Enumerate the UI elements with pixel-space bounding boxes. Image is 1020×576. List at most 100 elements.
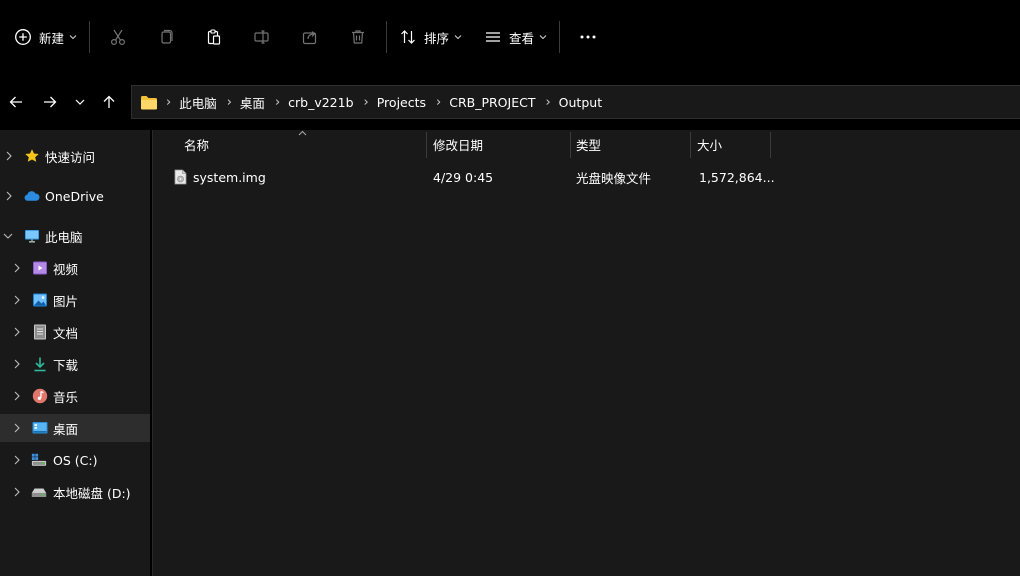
chevron-right-icon[interactable] <box>12 327 22 337</box>
breadcrumb-separator: › <box>363 94 369 110</box>
more-icon <box>579 28 597 46</box>
drive-d-icon <box>31 484 47 500</box>
breadcrumb-separator: › <box>226 94 232 110</box>
file-list: 名称 修改日期 类型 大小 system.img 4/29 0:45 光盘映像文… <box>152 130 1020 576</box>
documents-icon <box>32 324 48 340</box>
breadcrumb-separator: › <box>436 94 442 110</box>
column-header-label: 大小 <box>697 137 723 153</box>
delete-button[interactable] <box>334 19 382 55</box>
pictures-icon <box>32 292 48 308</box>
sidebar-item-label: 视频 <box>53 261 79 277</box>
more-options-button[interactable] <box>564 19 612 55</box>
rename-icon <box>253 28 271 46</box>
arrow-right-icon <box>42 94 58 110</box>
breadcrumb-separator: › <box>274 94 281 110</box>
computer-icon <box>24 228 40 244</box>
address-bar[interactable]: › 此电脑 › 桌面 › crb_v221b › Projects › CRB_… <box>131 85 1020 119</box>
sort-button[interactable]: 排序 <box>391 19 470 55</box>
breadcrumb-output[interactable]: Output <box>559 95 602 110</box>
back-button[interactable] <box>4 90 28 114</box>
sidebar-item-downloads[interactable]: 下载 <box>0 350 150 378</box>
chevron-right-icon[interactable] <box>12 263 22 273</box>
chevron-down-icon[interactable] <box>3 231 13 241</box>
cut-button[interactable] <box>94 19 142 55</box>
sidebar-item-label: 此电脑 <box>45 229 83 245</box>
column-divider[interactable] <box>770 132 771 158</box>
chevron-right-icon[interactable] <box>12 487 22 497</box>
sidebar-item-onedrive[interactable]: OneDrive <box>0 182 150 210</box>
table-row[interactable]: system.img 4/29 0:45 光盘映像文件 1,572,864... <box>153 162 1020 192</box>
navigation-pane: 快速访问 OneDrive 此电脑 视频 图片 文档 下载 音乐 桌面 OS (… <box>0 130 150 576</box>
column-divider[interactable] <box>690 132 691 158</box>
sidebar-item-documents[interactable]: 文档 <box>0 318 150 346</box>
clipboard-icon <box>205 28 223 46</box>
chevron-right-icon[interactable] <box>12 391 22 401</box>
sidebar-item-desktop[interactable]: 桌面 <box>0 414 150 442</box>
sidebar-item-label: 本地磁盘 (D:) <box>53 485 131 501</box>
file-size: 1,572,864... <box>699 169 775 185</box>
column-header-name[interactable]: 名称 <box>184 130 424 158</box>
breadcrumb-projects[interactable]: Projects <box>377 95 426 110</box>
breadcrumb-crb-v221b[interactable]: crb_v221b <box>288 95 353 110</box>
chevron-right-icon[interactable] <box>12 359 22 369</box>
breadcrumb-separator: › <box>545 94 551 110</box>
chevron-right-icon[interactable] <box>12 423 22 433</box>
forward-button[interactable] <box>38 90 62 114</box>
toolbar-divider <box>559 21 561 53</box>
sidebar-item-music[interactable]: 音乐 <box>0 382 150 410</box>
desktop-icon <box>32 420 48 436</box>
sidebar-item-drive-d[interactable]: 本地磁盘 (D:) <box>0 478 150 506</box>
chevron-right-icon[interactable] <box>12 295 22 305</box>
share-button[interactable] <box>286 19 334 55</box>
breadcrumb-separator: › <box>166 94 172 110</box>
column-header-type[interactable]: 类型 <box>576 130 688 158</box>
column-header-size[interactable]: 大小 <box>697 130 767 158</box>
chevron-right-icon[interactable] <box>4 151 14 161</box>
up-button[interactable] <box>97 90 121 114</box>
column-header-label: 类型 <box>576 137 602 153</box>
chevron-down-icon <box>69 34 77 40</box>
chevron-down-icon <box>74 96 86 108</box>
column-divider[interactable] <box>570 132 571 158</box>
sidebar-item-quick-access[interactable]: 快速访问 <box>0 142 150 170</box>
new-button-label: 新建 <box>39 30 65 46</box>
file-modified: 4/29 0:45 <box>433 169 494 185</box>
paste-button[interactable] <box>190 19 238 55</box>
sidebar-item-label: OS (C:) <box>53 452 98 468</box>
scissors-icon <box>109 28 127 46</box>
sidebar-item-label: 下载 <box>53 357 79 373</box>
column-header-label: 修改日期 <box>433 137 484 153</box>
sidebar-item-videos[interactable]: 视频 <box>0 254 150 282</box>
toolbar-divider <box>89 21 91 53</box>
sidebar-item-label: 快速访问 <box>45 149 96 165</box>
copy-button[interactable] <box>142 19 190 55</box>
view-button[interactable]: 查看 <box>476 19 555 55</box>
sidebar-item-label: 图片 <box>53 293 79 309</box>
list-view-icon <box>484 28 502 46</box>
music-icon <box>32 388 48 404</box>
column-divider[interactable] <box>426 132 427 158</box>
arrow-up-icon <box>101 94 117 110</box>
rename-button[interactable] <box>238 19 286 55</box>
breadcrumb-desktop[interactable]: 桌面 <box>240 93 265 112</box>
chevron-right-icon[interactable] <box>12 455 22 465</box>
sidebar-item-pictures[interactable]: 图片 <box>0 286 150 314</box>
star-icon <box>24 148 40 164</box>
sidebar-item-label: 桌面 <box>53 421 79 437</box>
breadcrumb-crb-project[interactable]: CRB_PROJECT <box>449 95 535 110</box>
breadcrumb-this-pc[interactable]: 此电脑 <box>179 93 217 112</box>
sidebar-item-label: 音乐 <box>53 389 79 405</box>
folder-icon <box>140 95 158 110</box>
sidebar-item-this-pc[interactable]: 此电脑 <box>0 222 150 250</box>
view-button-label: 查看 <box>509 30 535 46</box>
chevron-right-icon[interactable] <box>4 191 14 201</box>
column-header-label: 名称 <box>184 137 210 153</box>
column-header-modified[interactable]: 修改日期 <box>433 130 568 158</box>
chevron-down-icon <box>539 34 547 40</box>
cloud-icon <box>24 188 40 204</box>
new-button[interactable]: 新建 <box>6 19 85 55</box>
recent-locations-button[interactable] <box>68 90 92 114</box>
chevron-down-icon <box>454 34 462 40</box>
sidebar-item-drive-c[interactable]: OS (C:) <box>0 446 150 474</box>
file-name[interactable]: system.img <box>193 162 266 192</box>
